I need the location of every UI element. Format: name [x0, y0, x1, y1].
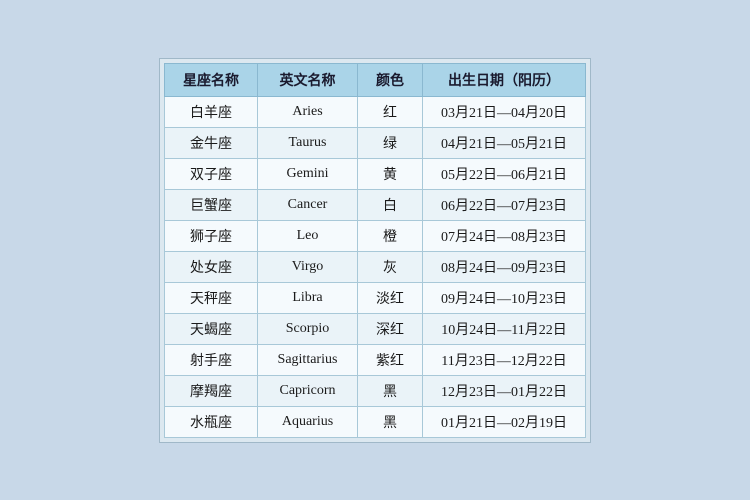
cell-en: Scorpio	[258, 313, 358, 344]
cell-zh: 水瓶座	[165, 406, 258, 437]
zodiac-table: 星座名称 英文名称 颜色 出生日期（阳历） 白羊座Aries红03月21日—04…	[164, 63, 586, 438]
cell-color: 淡红	[358, 282, 423, 313]
cell-zh: 摩羯座	[165, 375, 258, 406]
table-row: 金牛座Taurus绿04月21日—05月21日	[165, 127, 586, 158]
cell-color: 橙	[358, 220, 423, 251]
cell-color: 黑	[358, 375, 423, 406]
cell-en: Sagittarius	[258, 344, 358, 375]
cell-en: Cancer	[258, 189, 358, 220]
cell-color: 黑	[358, 406, 423, 437]
cell-en: Gemini	[258, 158, 358, 189]
cell-color: 紫红	[358, 344, 423, 375]
cell-en: Capricorn	[258, 375, 358, 406]
zodiac-table-container: 星座名称 英文名称 颜色 出生日期（阳历） 白羊座Aries红03月21日—04…	[159, 58, 591, 443]
cell-date: 07月24日—08月23日	[423, 220, 586, 251]
cell-color: 绿	[358, 127, 423, 158]
table-row: 处女座Virgo灰08月24日—09月23日	[165, 251, 586, 282]
cell-color: 深红	[358, 313, 423, 344]
cell-color: 黄	[358, 158, 423, 189]
cell-zh: 白羊座	[165, 96, 258, 127]
cell-zh: 天蝎座	[165, 313, 258, 344]
cell-date: 05月22日—06月21日	[423, 158, 586, 189]
cell-date: 08月24日—09月23日	[423, 251, 586, 282]
cell-date: 09月24日—10月23日	[423, 282, 586, 313]
cell-color: 灰	[358, 251, 423, 282]
cell-date: 03月21日—04月20日	[423, 96, 586, 127]
cell-zh: 射手座	[165, 344, 258, 375]
table-row: 双子座Gemini黄05月22日—06月21日	[165, 158, 586, 189]
cell-date: 12月23日—01月22日	[423, 375, 586, 406]
cell-zh: 金牛座	[165, 127, 258, 158]
cell-date: 10月24日—11月22日	[423, 313, 586, 344]
table-row: 狮子座Leo橙07月24日—08月23日	[165, 220, 586, 251]
cell-en: Taurus	[258, 127, 358, 158]
table-row: 射手座Sagittarius紫红11月23日—12月22日	[165, 344, 586, 375]
header-date: 出生日期（阳历）	[423, 63, 586, 96]
table-row: 巨蟹座Cancer白06月22日—07月23日	[165, 189, 586, 220]
header-en: 英文名称	[258, 63, 358, 96]
table-row: 摩羯座Capricorn黑12月23日—01月22日	[165, 375, 586, 406]
header-color: 颜色	[358, 63, 423, 96]
cell-en: Libra	[258, 282, 358, 313]
cell-en: Aries	[258, 96, 358, 127]
cell-date: 01月21日—02月19日	[423, 406, 586, 437]
cell-date: 04月21日—05月21日	[423, 127, 586, 158]
cell-zh: 天秤座	[165, 282, 258, 313]
table-row: 白羊座Aries红03月21日—04月20日	[165, 96, 586, 127]
table-row: 水瓶座Aquarius黑01月21日—02月19日	[165, 406, 586, 437]
cell-color: 红	[358, 96, 423, 127]
table-row: 天秤座Libra淡红09月24日—10月23日	[165, 282, 586, 313]
cell-zh: 巨蟹座	[165, 189, 258, 220]
cell-zh: 狮子座	[165, 220, 258, 251]
cell-en: Virgo	[258, 251, 358, 282]
table-header-row: 星座名称 英文名称 颜色 出生日期（阳历）	[165, 63, 586, 96]
table-row: 天蝎座Scorpio深红10月24日—11月22日	[165, 313, 586, 344]
cell-date: 11月23日—12月22日	[423, 344, 586, 375]
header-zh: 星座名称	[165, 63, 258, 96]
cell-zh: 处女座	[165, 251, 258, 282]
cell-en: Aquarius	[258, 406, 358, 437]
cell-zh: 双子座	[165, 158, 258, 189]
cell-en: Leo	[258, 220, 358, 251]
cell-color: 白	[358, 189, 423, 220]
cell-date: 06月22日—07月23日	[423, 189, 586, 220]
